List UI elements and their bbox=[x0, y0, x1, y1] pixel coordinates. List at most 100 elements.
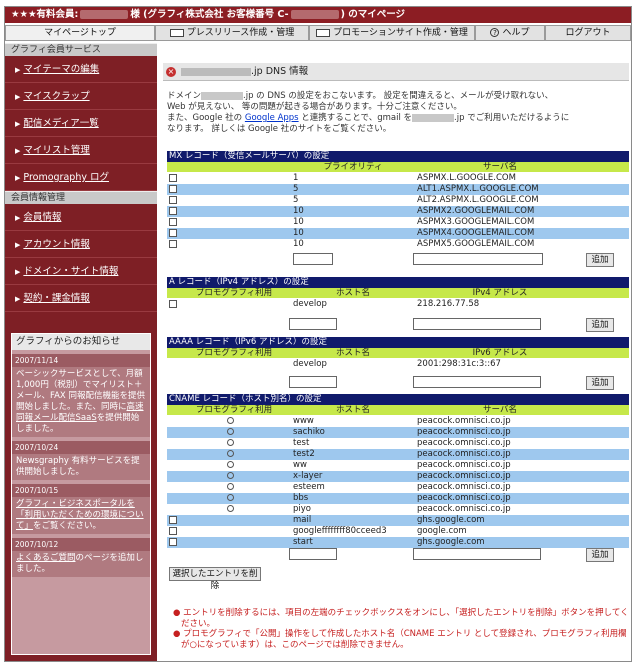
sidebar-item[interactable]: ▶ アカウント情報 bbox=[5, 231, 157, 258]
news-text: グラフィ・ビジネスポータルを「利用いただくための環境について」をご覧ください。 bbox=[12, 497, 150, 534]
host-input[interactable] bbox=[289, 376, 337, 388]
sidebar-item[interactable]: ▶ Promography ログ bbox=[5, 164, 157, 191]
row-checkbox[interactable] bbox=[169, 516, 177, 524]
priority-input[interactable] bbox=[293, 253, 333, 265]
add-button[interactable]: 追加 bbox=[586, 376, 614, 390]
server-name-value: ASPMX2.GOOGLEMAIL.COM bbox=[417, 206, 535, 216]
sidebar-item[interactable]: ▶ マイリスト管理 bbox=[5, 137, 157, 164]
circle-icon bbox=[227, 472, 234, 479]
google-apps-link[interactable]: Google Apps bbox=[245, 113, 299, 123]
page-title: × .jp DNS 情報 bbox=[163, 63, 629, 81]
ipv6-input[interactable] bbox=[413, 376, 541, 388]
table-row: develop 218.216.77.58 bbox=[167, 299, 629, 310]
cname-section-header: CNAME レコード（ホスト別名）の設定 bbox=[167, 394, 629, 405]
nav-help-label: ヘルプ bbox=[502, 28, 530, 38]
host-input[interactable] bbox=[289, 548, 337, 560]
host-value: piyo bbox=[293, 504, 311, 514]
row-checkbox[interactable] bbox=[169, 196, 177, 204]
sidebar-item[interactable]: ▶ マイスクラップ bbox=[5, 83, 157, 110]
promography-used-cell bbox=[227, 482, 247, 493]
add-button[interactable]: 追加 bbox=[586, 548, 614, 562]
nav-mypage-top[interactable]: マイページトップ bbox=[5, 25, 155, 41]
row-checkbox[interactable] bbox=[169, 229, 177, 237]
add-button[interactable]: 追加 bbox=[586, 318, 614, 332]
promography-used-cell bbox=[227, 438, 247, 449]
member-header: ★★★有料会員: 様 (グラフィ株式会社 お客様番号 C-) のマイページ bbox=[5, 7, 631, 23]
col-priority: プライオリティ bbox=[323, 162, 383, 172]
circle-icon bbox=[227, 461, 234, 468]
table-row: www peacock.omnisci.co.jp bbox=[167, 416, 629, 427]
delete-selected-button[interactable]: 選択したエントリを削除 bbox=[169, 567, 261, 591]
a-record-section-header: A レコード（IPv4 アドレス）の設定 bbox=[167, 277, 629, 288]
bullet-icon: ● bbox=[173, 608, 184, 618]
aaaa-record-section-header: AAAA レコード（IPv6 アドレス）の設定 bbox=[167, 337, 629, 348]
sidebar-item-label: マイスクラップ bbox=[23, 91, 90, 102]
note-item: ● エントリを削除するには、項目の左端のチェックボックスをオンにし、「選択したエ… bbox=[173, 608, 629, 629]
row-checkbox[interactable] bbox=[169, 527, 177, 535]
nav-press-release[interactable]: プレスリリース作成・管理 bbox=[155, 25, 309, 41]
browser-frame: ★★★有料会員: 様 (グラフィ株式会社 お客様番号 C-) のマイページ マイペ… bbox=[4, 6, 632, 662]
triangle-right-icon: ▶ bbox=[15, 295, 21, 303]
sidebar-item-label: 配信メディア一覧 bbox=[23, 118, 99, 129]
row-checkbox[interactable] bbox=[169, 300, 177, 308]
row-checkbox[interactable] bbox=[169, 218, 177, 226]
priority-value: 5 bbox=[293, 195, 299, 205]
host-value: googleffffffff80cceed3 bbox=[293, 526, 387, 536]
error-icon: × bbox=[166, 67, 176, 77]
news-link[interactable]: よくあるご質問 bbox=[16, 553, 76, 563]
redacted-name bbox=[80, 10, 129, 19]
sidebar-item[interactable]: ▶ 契約・課金情報 bbox=[5, 285, 157, 312]
intro-l4: なります。 詳しくは Google 社のサイトをご覧ください。 bbox=[167, 124, 392, 134]
sidebar-item[interactable]: ▶ 会員情報 bbox=[5, 204, 157, 231]
news-panel: グラフィからのお知らせ 2007/11/14 ベーシックサービスとして、月額1,0… bbox=[11, 333, 151, 655]
row-checkbox[interactable] bbox=[169, 207, 177, 215]
redacted-domain bbox=[201, 91, 244, 100]
row-checkbox[interactable] bbox=[169, 538, 177, 546]
table-row: ww peacock.omnisci.co.jp bbox=[167, 460, 629, 471]
add-button[interactable]: 追加 bbox=[586, 253, 614, 267]
col-host: ホスト名 bbox=[335, 348, 370, 358]
nav-logout[interactable]: ログアウト bbox=[545, 25, 631, 41]
intro-l3b: と連携することで、gmail を bbox=[298, 113, 413, 123]
host-value: sachiko bbox=[293, 427, 325, 437]
nav-promo-label: プロモーションサイト作成・管理 bbox=[333, 28, 468, 38]
circle-icon bbox=[227, 505, 234, 512]
sidebar-item[interactable]: ▶ 配信メディア一覧 bbox=[5, 110, 157, 137]
notes: ● エントリを削除するには、項目の左端のチェックボックスをオンにし、「選択したエ… bbox=[173, 608, 629, 650]
server-name-value: peacock.omnisci.co.jp bbox=[417, 449, 511, 459]
sidebar-section-member-services: グラフィ会員サービス bbox=[5, 43, 157, 56]
table-row: test peacock.omnisci.co.jp bbox=[167, 438, 629, 449]
server-name-value: peacock.omnisci.co.jp bbox=[417, 504, 511, 514]
row-checkbox[interactable] bbox=[169, 240, 177, 248]
ipv4-value: 218.216.77.58 bbox=[417, 299, 480, 309]
triangle-right-icon: ▶ bbox=[15, 268, 21, 276]
nav-help[interactable]: ? ヘルプ bbox=[475, 25, 545, 41]
news-date: 2007/10/12 bbox=[12, 538, 150, 551]
table-row: 10 ASPMX4.GOOGLEMAIL.COM bbox=[167, 228, 629, 239]
row-checkbox[interactable] bbox=[169, 174, 177, 182]
circle-icon bbox=[227, 417, 234, 424]
sidebar-item-label: ドメイン・サイト情報 bbox=[23, 266, 119, 277]
host-value: esteem bbox=[293, 482, 325, 492]
table-row: 10 ASPMX3.GOOGLEMAIL.COM bbox=[167, 217, 629, 228]
col-host: ホスト名 bbox=[335, 288, 370, 298]
host-value: ww bbox=[293, 460, 307, 470]
sidebar-item[interactable]: ▶ ドメイン・サイト情報 bbox=[5, 258, 157, 285]
sidebar-item-label: 会員情報 bbox=[23, 212, 62, 223]
host-input[interactable] bbox=[289, 318, 337, 330]
priority-value: 5 bbox=[293, 184, 299, 194]
server-name-input[interactable] bbox=[413, 548, 541, 560]
host-value: develop bbox=[293, 299, 327, 309]
server-name-value: peacock.omnisci.co.jp bbox=[417, 482, 511, 492]
sidebar-item[interactable]: ▶ マイテーマの編集 bbox=[5, 56, 157, 83]
row-checkbox[interactable] bbox=[169, 185, 177, 193]
redacted-id bbox=[290, 10, 339, 19]
bullet-icon: ● bbox=[173, 629, 184, 639]
server-name-input[interactable] bbox=[413, 253, 543, 265]
mx-column-header: プライオリティ サーバ名 bbox=[167, 162, 629, 172]
ipv4-input[interactable] bbox=[413, 318, 541, 330]
nav-promotion-site[interactable]: プロモーションサイト作成・管理 bbox=[309, 25, 475, 41]
server-name-value: ASPMX.L.GOOGLE.COM bbox=[417, 173, 516, 183]
server-name-value: peacock.omnisci.co.jp bbox=[417, 438, 511, 448]
redacted-domain bbox=[181, 67, 251, 76]
